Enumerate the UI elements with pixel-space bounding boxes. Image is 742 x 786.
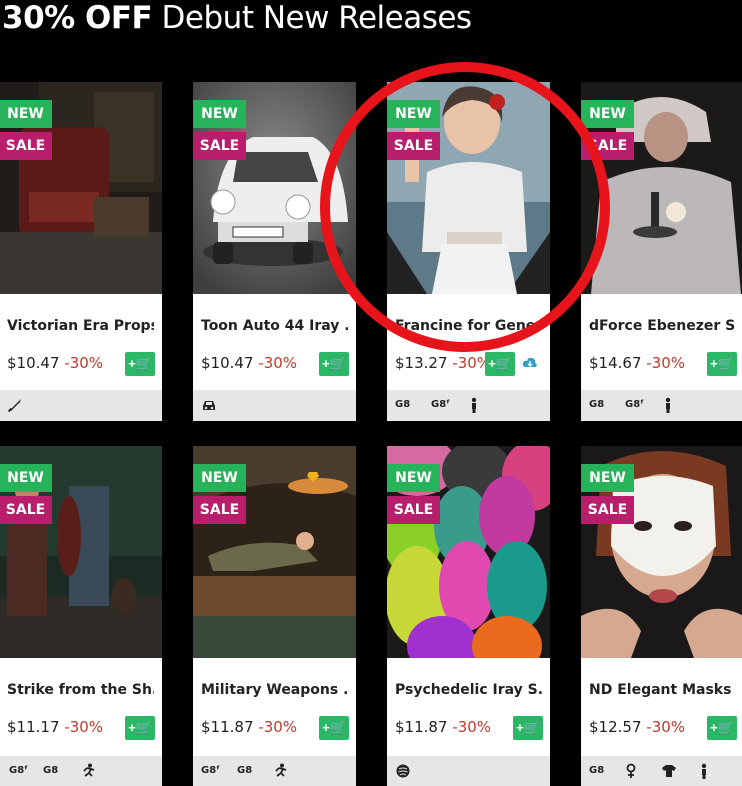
sale-badge: SALE [387,496,440,524]
add-to-cart-button[interactable]: +🛒 [125,352,155,376]
shirt-icon [661,763,677,785]
add-to-cart-button[interactable]: +🛒 [513,716,543,740]
discount-value: -30% [64,718,104,736]
new-badge: NEW [0,464,52,492]
page-heading: 30% OFF Debut New Releases [2,0,472,40]
new-badge: NEW [193,464,246,492]
add-to-cart-button[interactable]: +🛒 [319,352,349,376]
product-title[interactable]: Victorian Era Props [7,318,154,334]
product-price: $10.47 -30% [7,354,103,372]
new-badge: NEW [387,100,440,128]
g8-label: G8 [395,399,411,410]
add-to-cart-button[interactable]: +🛒 [707,716,737,740]
product-price: $12.57 -30% [589,718,685,736]
compatibility-bar: G8 G8ᶠ [387,390,550,421]
discount-value: -30% [258,354,298,372]
product-title[interactable]: Toon Auto 44 Iray ... [201,318,348,334]
new-badge: NEW [193,100,246,128]
product-card[interactable]: NEW SALE Francine for Gene... $13.27 -30… [387,82,550,421]
price-value: $10.47 [201,354,254,372]
product-card[interactable]: NEW SALE ND Elegant Masks ... $12.57 -30… [581,446,742,786]
product-price: $11.87 -30% [201,718,297,736]
discount-value: -30% [452,718,492,736]
price-value: $11.87 [201,718,254,736]
compatibility-bar: G8 G8ᶠ [581,390,742,421]
running-icon [273,763,287,785]
new-badge: NEW [581,464,634,492]
heading-discount: 30% OFF [2,0,153,36]
sale-badge: SALE [193,496,246,524]
sale-badge: SALE [0,496,52,524]
new-badge: NEW [0,100,52,128]
heading-text: Debut New Releases [152,0,473,36]
compatibility-bar: G8ᶠ G8 [193,756,356,786]
sale-badge: SALE [581,496,634,524]
running-icon [81,763,95,785]
product-card[interactable]: NEW SALE Toon Auto 44 Iray ... $10.47 -3… [193,82,356,421]
product-price: $13.27 -30% [395,354,491,372]
new-badge: NEW [581,100,634,128]
product-title[interactable]: Military Weapons ... [201,682,348,698]
product-title[interactable]: Strike from the Sh... [7,682,154,698]
g8f-label: G8ᶠ [625,399,644,410]
product-card[interactable]: NEW SALE dForce Ebenezer S... $14.67 -30… [581,82,742,421]
new-badge: NEW [387,464,440,492]
product-title[interactable]: Psychedelic Iray S... [395,682,542,698]
product-price: $11.87 -30% [395,718,491,736]
product-title[interactable]: Francine for Gene... [395,318,542,334]
g8f-label: G8ᶠ [9,765,28,776]
compatibility-bar: G8ᶠ G8 [0,756,162,786]
add-to-cart-button[interactable]: +🛒 [485,352,515,376]
add-to-cart-button[interactable]: +🛒 [125,716,155,740]
sale-badge: SALE [0,132,52,160]
product-price: $14.67 -30% [589,354,685,372]
g8f-label: G8ᶠ [431,399,450,410]
figure-icon [699,763,709,785]
price-value: $12.57 [589,718,642,736]
discount-value: -30% [258,718,298,736]
g8-label: G8 [43,765,59,776]
sale-badge: SALE [193,132,246,160]
product-card[interactable]: NEW SALE Psychedelic Iray S... $11.87 -3… [387,446,550,786]
product-card[interactable]: NEW SALE Military Weapons ... $11.87 -30… [193,446,356,786]
compatibility-bar [0,390,162,421]
g8-label: G8 [589,765,605,776]
compatibility-bar [193,390,356,421]
figure-icon [663,397,673,419]
product-price: $11.17 -30% [7,718,103,736]
compatibility-bar: G8 [581,756,742,786]
sword-icon [7,397,23,419]
product-price: $10.47 -30% [201,354,297,372]
discount-value: -30% [646,718,686,736]
sale-badge: SALE [581,132,634,160]
add-to-cart-button[interactable]: +🛒 [319,716,349,740]
price-value: $11.87 [395,718,448,736]
shader-icon [395,763,411,785]
female-icon [625,763,637,785]
cloud-download-icon[interactable] [522,356,538,370]
product-title[interactable]: dForce Ebenezer S... [589,318,736,334]
g8f-label: G8ᶠ [201,765,220,776]
price-value: $11.17 [7,718,60,736]
car-icon [201,397,217,419]
product-card[interactable]: NEW SALE Strike from the Sh... $11.17 -3… [0,446,162,786]
price-value: $14.67 [589,354,642,372]
price-value: $10.47 [7,354,60,372]
product-card[interactable]: NEW SALE Victorian Era Props $10.47 -30%… [0,82,162,421]
discount-value: -30% [64,354,104,372]
figure-icon [469,397,479,419]
discount-value: -30% [646,354,686,372]
product-title[interactable]: ND Elegant Masks ... [589,682,736,698]
g8-label: G8 [589,399,605,410]
sale-badge: SALE [387,132,440,160]
g8-label: G8 [237,765,253,776]
add-to-cart-button[interactable]: +🛒 [707,352,737,376]
compatibility-bar [387,756,550,786]
price-value: $13.27 [395,354,448,372]
